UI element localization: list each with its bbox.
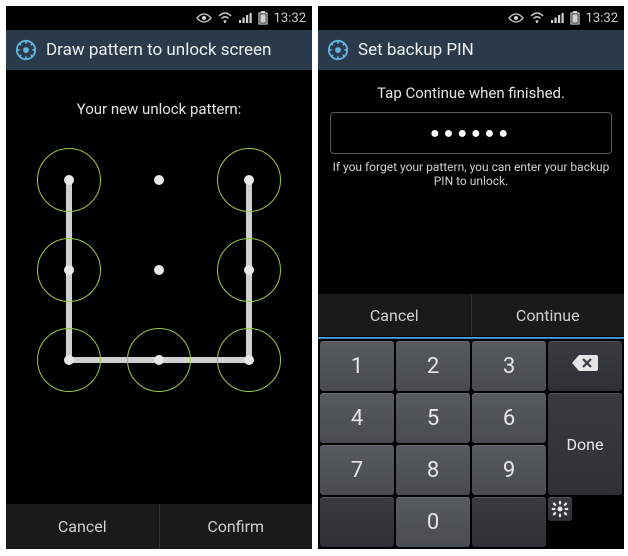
cancel-button[interactable]: Cancel [318,294,472,336]
pattern-prompt: Your new unlock pattern: [6,100,312,118]
pattern-dot-halo [217,238,281,302]
key-6[interactable]: 6 [472,393,546,443]
pin-content: Tap Continue when finished. ●●●●●● If yo… [318,70,624,549]
pattern-dot-halo [37,148,101,212]
wifi-icon [218,12,232,24]
key-0[interactable]: 0 [396,497,470,547]
battery-icon [258,11,268,25]
key-backspace[interactable] [548,341,622,391]
battery-icon [570,11,580,25]
status-clock: 13:32 [586,11,618,26]
key-2[interactable]: 2 [396,341,470,391]
key-9[interactable]: 9 [472,445,546,495]
pin-hint: If you forget your pattern, you can ente… [318,160,624,188]
pin-input[interactable]: ●●●●●● [330,112,612,154]
wifi-icon [530,12,544,24]
key-blank [472,497,546,547]
pattern-dot-halo [217,148,281,212]
continue-button[interactable]: Continue [472,294,625,336]
confirm-button[interactable]: Confirm [160,504,313,549]
pattern-grid[interactable] [39,150,279,390]
pin-action-bar: Cancel Continue [318,293,624,337]
gear-icon [550,499,570,519]
title-bar: Draw pattern to unlock screen [6,30,312,71]
pin-prompt: Tap Continue when finished. [318,84,624,102]
key-7[interactable]: 7 [320,445,394,495]
status-bar: 13:32 [6,6,312,30]
status-bar: 13:32 [318,6,624,30]
key-8[interactable]: 8 [396,445,470,495]
pin-value: ●●●●●● [430,123,512,143]
eye-icon [196,12,212,24]
key-blank [320,497,394,547]
pattern-dot-halo [217,328,281,392]
pattern-dot-halo [37,328,101,392]
pattern-dot-halo [127,328,191,392]
key-done[interactable]: Done [548,393,622,495]
key-1[interactable]: 1 [320,341,394,391]
numeric-keypad: 1 2 3 4 5 6 Done 7 8 [318,339,624,549]
key-3[interactable]: 3 [472,341,546,391]
pattern-content: Your new unlock pattern: [6,70,312,504]
status-clock: 13:32 [274,11,306,26]
settings-gear-icon [14,38,38,62]
pattern-dot-halo [37,238,101,302]
action-bar: Cancel Confirm [6,503,312,549]
title-bar: Set backup PIN [318,30,624,71]
signal-icon [550,12,564,24]
key-4[interactable]: 4 [320,393,394,443]
settings-gear-icon [326,38,350,62]
pattern-dot[interactable] [154,175,164,185]
cancel-button[interactable]: Cancel [6,504,160,549]
phone-backup-pin: 13:32 Set backup PIN Tap Cont [318,6,624,549]
signal-icon [238,12,252,24]
eye-icon [508,12,524,24]
phone-pattern-unlock: 13:32 Draw pattern to unlock screen Yo [6,6,312,549]
screen-title: Set backup PIN [358,40,474,60]
pattern-dot[interactable] [154,265,164,275]
screen-title: Draw pattern to unlock screen [46,40,271,60]
key-settings[interactable] [548,497,572,521]
backspace-icon [570,353,600,379]
key-5[interactable]: 5 [396,393,470,443]
